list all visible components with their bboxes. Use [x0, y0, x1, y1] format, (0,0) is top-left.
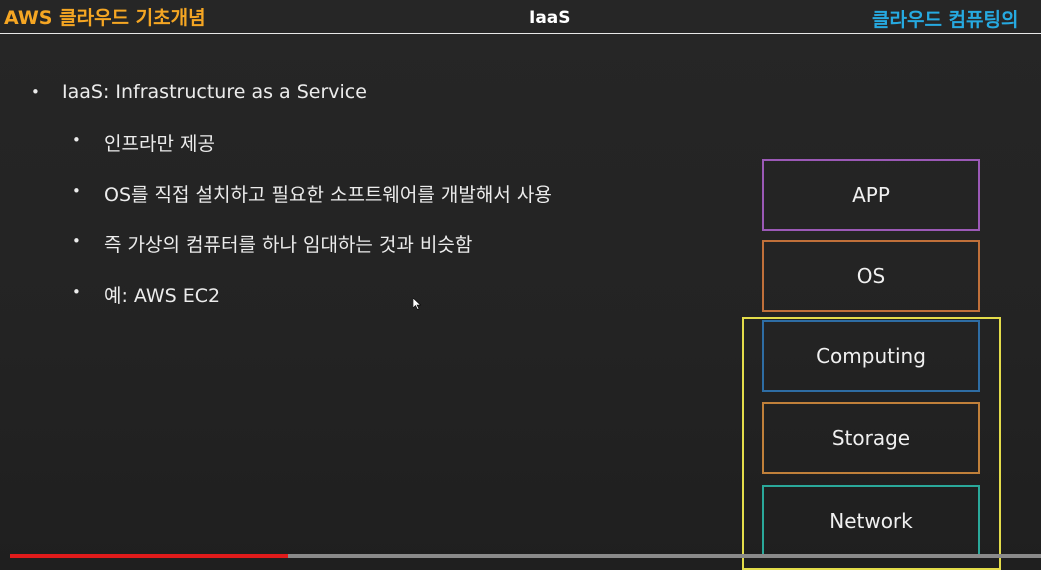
layer-label: APP: [852, 183, 890, 207]
bullet-marker: •: [72, 131, 81, 149]
bullet-sub-text: 즉 가상의 컴퓨터를 하나 임대하는 것과 비슷함: [104, 234, 473, 256]
layer-label: Computing: [816, 344, 926, 368]
bullet-marker: •: [72, 283, 81, 301]
layer-label: OS: [856, 264, 886, 288]
layer-label: Network: [829, 509, 913, 533]
video-progress-fill: [10, 554, 289, 558]
layer-network: Network: [762, 485, 980, 557]
layer-storage: Storage: [762, 402, 980, 474]
bullet-marker: •: [72, 182, 81, 200]
bullet-sub-text: 예: AWS EC2: [104, 285, 221, 307]
bullet-marker: •: [72, 232, 81, 250]
course-title: AWS 클라우드 기초개념: [4, 7, 206, 29]
layer-computing: Computing: [762, 320, 980, 392]
bullet-main-text: IaaS: Infrastructure as a Service: [62, 81, 367, 103]
layer-os: OS: [762, 240, 980, 312]
slide-title: IaaS: [529, 8, 571, 28]
layer-app: APP: [762, 159, 980, 231]
layer-label: Storage: [831, 426, 911, 450]
header-divider: [0, 33, 1041, 34]
bullet-sub-text: 인프라만 제공: [104, 133, 215, 155]
section-title: 클라우드 컴퓨팅의: [872, 9, 1019, 31]
slide-header: AWS 클라우드 기초개념 IaaS 클라우드 컴퓨팅의: [0, 0, 1041, 34]
mouse-cursor-icon: [413, 298, 421, 310]
video-progress-bar[interactable]: [10, 554, 1041, 558]
bullet-marker: •: [31, 83, 40, 101]
bullet-sub-text: OS를 직접 설치하고 필요한 소프트웨어를 개발해서 사용: [104, 184, 552, 206]
